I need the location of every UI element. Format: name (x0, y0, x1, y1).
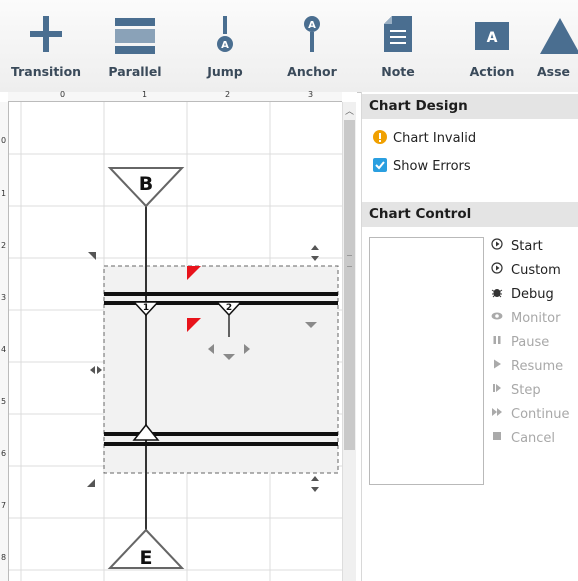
step-icon (490, 382, 503, 398)
chart-control-header: Chart Control (362, 202, 578, 227)
monitor-label: Monitor (511, 311, 561, 326)
svg-text:A: A (487, 30, 498, 46)
parallel-label: Parallel (108, 64, 162, 79)
row-label: 3 (1, 293, 7, 302)
parallel-bar-top[interactable] (104, 292, 338, 296)
row-label: 1 (1, 189, 7, 198)
start-button[interactable]: Start (490, 238, 543, 254)
resize-handle-w[interactable] (90, 366, 102, 374)
jump-label: Jump (207, 64, 243, 79)
row-label: 7 (1, 501, 7, 510)
branch-1-label: 1 (143, 303, 149, 313)
transition-label: Transition (10, 64, 82, 79)
col-label: 3 (308, 90, 314, 99)
svg-text:A: A (308, 20, 316, 31)
checkbox-checked-icon[interactable] (373, 158, 387, 172)
anchor-label: Anchor (287, 64, 337, 79)
note-tool[interactable]: Note (368, 0, 428, 90)
chart-instance-list[interactable] (369, 237, 484, 485)
parallel-tool[interactable]: Parallel (100, 0, 170, 90)
monitor-button[interactable]: Monitor (490, 310, 560, 326)
jump-icon: A (217, 16, 233, 52)
chart-status: Chart Invalid (373, 130, 476, 146)
pause-icon (490, 334, 503, 350)
selection-box[interactable] (103, 265, 339, 474)
play-circle-icon (490, 238, 503, 254)
ruler-top: 0 1 2 3 (8, 90, 342, 102)
step-label: Step (511, 383, 541, 398)
row-label: 8 (1, 553, 7, 562)
start-label: Start (511, 239, 543, 254)
continue-icon (490, 406, 503, 422)
play-circle-icon (490, 262, 503, 278)
parallel-bar-bottom (104, 442, 338, 446)
parallel-icon (115, 18, 155, 54)
anchor-tool[interactable]: A Anchor (282, 0, 342, 90)
toolbar: Transition Parallel A Jump A Anchor Note… (0, 0, 578, 93)
debug-button[interactable]: Debug (490, 286, 554, 302)
right-panel: Chart Design Chart Invalid Show Errors C… (361, 92, 578, 581)
show-errors-label: Show Errors (393, 159, 471, 174)
begin-label: B (139, 173, 153, 195)
row-label: 4 (1, 345, 7, 354)
assert-tool[interactable]: Asse (537, 0, 578, 90)
anchor-icon: A (304, 16, 320, 52)
vertical-scrollbar[interactable]: ︿ (342, 102, 356, 581)
chart-grid[interactable]: B 1 2 E (9, 102, 342, 581)
resume-label: Resume (511, 359, 564, 374)
scroll-up-icon[interactable]: ︿ (345, 104, 354, 117)
col-label: 1 (142, 90, 148, 99)
assert-icon (540, 18, 578, 54)
custom-button[interactable]: Custom (490, 262, 561, 278)
note-icon (384, 16, 412, 52)
action-icon: A (475, 22, 509, 50)
bug-icon (490, 286, 503, 302)
cancel-label: Cancel (511, 431, 556, 446)
action-tool[interactable]: A Action (462, 0, 522, 90)
ruler-left: 0 1 2 3 4 5 6 7 8 (0, 102, 9, 581)
pause-button[interactable]: Pause (490, 334, 549, 350)
cancel-button[interactable]: Cancel (490, 430, 555, 446)
chart-design-header: Chart Design (362, 94, 578, 119)
row-label: 5 (1, 397, 7, 406)
end-label: E (140, 547, 153, 569)
chart-status-text: Chart Invalid (393, 131, 477, 146)
resize-handle-nw[interactable] (88, 252, 96, 260)
stop-icon (490, 430, 503, 446)
continue-button[interactable]: Continue (490, 406, 569, 422)
play-icon (490, 358, 503, 374)
jump-tool[interactable]: A Jump (195, 0, 255, 90)
note-label: Note (381, 64, 415, 79)
transition-icon (30, 16, 62, 52)
show-errors-checkbox[interactable]: Show Errors (373, 158, 471, 174)
warning-icon (373, 130, 387, 144)
pause-label: Pause (511, 335, 550, 350)
grip-icon (347, 255, 352, 267)
step-button[interactable]: Step (490, 382, 541, 398)
eye-icon (490, 310, 503, 326)
continue-label: Continue (511, 407, 570, 422)
custom-label: Custom (511, 263, 561, 278)
col-label: 2 (225, 90, 231, 99)
row-label: 0 (1, 136, 7, 145)
transition-tool[interactable]: Transition (0, 0, 92, 90)
resize-handle-n[interactable] (311, 245, 319, 261)
resize-handle-sw[interactable] (87, 479, 95, 487)
debug-label: Debug (511, 287, 554, 302)
row-label: 2 (1, 241, 7, 250)
row-label: 6 (1, 449, 7, 458)
svg-text:A: A (221, 40, 229, 51)
chart-canvas[interactable]: 0 1 2 3 0 1 2 3 4 5 6 7 8 B 1 2 E ︿ (0, 90, 357, 581)
resume-button[interactable]: Resume (490, 358, 563, 374)
branch-2-label: 2 (226, 303, 232, 313)
col-label: 0 (60, 90, 66, 99)
scroll-thumb[interactable] (344, 120, 355, 450)
action-label: Action (469, 64, 515, 79)
resize-handle-s[interactable] (311, 476, 319, 492)
assert-label: Asse (537, 64, 571, 79)
